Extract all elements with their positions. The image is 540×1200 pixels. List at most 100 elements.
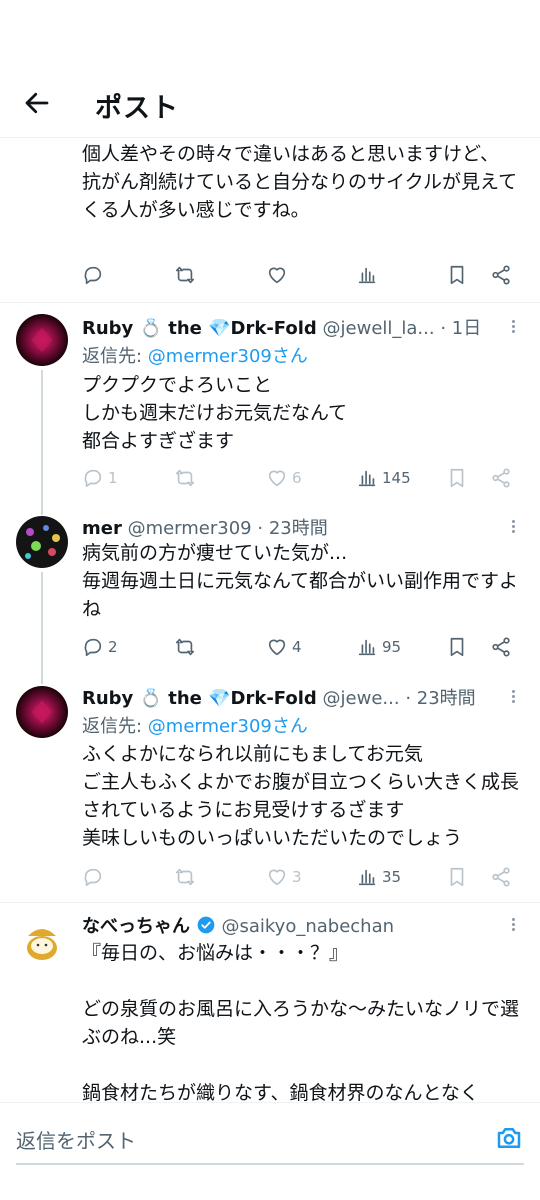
display-name[interactable]: Ruby 💍 the 💎Drk-Fold: [82, 688, 317, 709]
back-arrow-icon[interactable]: [22, 88, 52, 118]
thread-line: [41, 572, 43, 684]
post-text: ふくよかになられ以前にもましてお元気 ご主人もふくよかでお腹が目立つくらい大きく…: [82, 743, 520, 849]
reply-prefix: 返信先:: [82, 716, 148, 737]
like-button[interactable]: 3: [266, 862, 302, 892]
user-handle[interactable]: @jewell_la...: [323, 318, 435, 339]
share-button[interactable]: [490, 260, 512, 290]
repost-button[interactable]: [174, 260, 196, 290]
views-icon: [358, 470, 376, 487]
camera-icon[interactable]: [494, 1123, 524, 1153]
views-button[interactable]: 95: [356, 632, 401, 662]
views-icon: [358, 639, 376, 656]
timestamp[interactable]: · 1日: [440, 318, 481, 339]
heart-icon: [268, 470, 286, 487]
display-name[interactable]: Ruby 💍 the 💎Drk-Fold: [82, 318, 317, 339]
views-count: 145: [382, 469, 411, 487]
repost-button[interactable]: [174, 862, 196, 892]
page-title: ポスト: [95, 93, 179, 124]
post-text: 『毎日の、お悩みは・・・？』 どの泉質のお風呂に入ろうかな〜みたいなノリで選ぶの…: [82, 942, 520, 1104]
avatar[interactable]: [16, 516, 68, 568]
share-icon: [492, 637, 510, 657]
reply-prefix: 返信先:: [82, 346, 148, 367]
thread-line: [41, 370, 43, 515]
reply-composer: 返信をポスト: [0, 1102, 540, 1200]
heart-icon: [268, 639, 286, 656]
timestamp[interactable]: · 23時間: [405, 688, 475, 709]
post-meta: なべっちゃん @saikyo_nabechan: [82, 912, 502, 938]
like-count: 4: [292, 638, 302, 656]
repost-button[interactable]: [174, 463, 196, 493]
share-button[interactable]: [490, 632, 512, 662]
share-icon: [492, 867, 510, 887]
bookmark-button[interactable]: [446, 463, 468, 493]
like-button[interactable]: 4: [266, 632, 302, 662]
views-button[interactable]: 35: [356, 862, 401, 892]
more-options-button[interactable]: [505, 518, 521, 538]
like-button[interactable]: [266, 260, 288, 290]
display-name[interactable]: なべっちゃん: [82, 916, 190, 937]
repost-icon: [175, 266, 195, 284]
views-count: 35: [382, 868, 402, 886]
reply-mention-link[interactable]: @mermer309さん: [148, 346, 308, 367]
top-bar: ポスト: [0, 0, 540, 138]
more-options-button[interactable]: [505, 916, 521, 936]
input-underline: [16, 1163, 524, 1165]
reply-icon: [84, 469, 102, 488]
action-bar: 2 4 95: [0, 632, 540, 662]
display-name[interactable]: mer: [82, 518, 122, 539]
bookmark-icon: [450, 468, 464, 488]
views-icon: [358, 869, 376, 886]
avatar-image: [16, 516, 68, 568]
action-bar: 3 35: [0, 862, 540, 892]
timestamp[interactable]: · 23時間: [257, 518, 327, 539]
avatar-image: [16, 914, 68, 966]
share-button[interactable]: [490, 862, 512, 892]
heart-icon: [268, 267, 286, 284]
verified-badge-icon: [197, 916, 215, 934]
more-options-button[interactable]: [505, 318, 521, 338]
post-meta: Ruby 💍 the 💎Drk-Fold @jewe... · 23時間: [82, 684, 502, 710]
avatar-image: [16, 314, 68, 366]
divider: [0, 302, 540, 303]
reply-count: 2: [108, 638, 118, 656]
action-bar: [0, 260, 540, 290]
bookmark-button[interactable]: [446, 260, 468, 290]
avatar[interactable]: [16, 314, 68, 366]
user-handle[interactable]: @mermer309: [128, 518, 252, 539]
reply-mention-link[interactable]: @mermer309さん: [148, 716, 308, 737]
like-count: 3: [292, 868, 302, 886]
views-icon: [358, 267, 376, 284]
bookmark-button[interactable]: [446, 632, 468, 662]
repost-icon: [175, 469, 195, 487]
reply-icon: [84, 638, 102, 657]
reply-context: 返信先: @mermer309さん: [82, 342, 308, 368]
more-options-button[interactable]: [505, 688, 521, 708]
heart-icon: [268, 869, 286, 886]
bookmark-button[interactable]: [446, 862, 468, 892]
post-meta: mer @mermer309 · 23時間: [82, 514, 502, 540]
reply-button[interactable]: 2: [82, 632, 118, 662]
bookmark-icon: [450, 867, 464, 887]
avatar[interactable]: [16, 686, 68, 738]
post-text: 個人差やその時々で違いはあると思いますけど、 抗がん剤続けていると自分なりのサイ…: [82, 143, 518, 221]
bookmark-icon: [450, 637, 464, 657]
repost-button[interactable]: [174, 632, 196, 662]
avatar[interactable]: [16, 914, 68, 966]
share-button[interactable]: [490, 463, 512, 493]
reply-button[interactable]: [82, 862, 104, 892]
bookmark-icon: [450, 265, 464, 285]
user-handle[interactable]: @jewe...: [323, 688, 400, 709]
like-count: 6: [292, 469, 302, 487]
share-icon: [492, 468, 510, 488]
reply-input[interactable]: 返信をポスト: [16, 1125, 136, 1154]
reply-button[interactable]: 1: [82, 463, 118, 493]
reply-context: 返信先: @mermer309さん: [82, 712, 308, 738]
post-text: 病気前の方が痩せていた気が... 毎週毎週土日に元気なんて都合がいい副作用ですよ…: [82, 542, 519, 620]
like-button[interactable]: 6: [266, 463, 302, 493]
user-handle[interactable]: @saikyo_nabechan: [221, 916, 394, 937]
views-button[interactable]: 145: [356, 463, 411, 493]
avatar-image: [16, 686, 68, 738]
views-button[interactable]: [356, 260, 378, 290]
reply-button[interactable]: [82, 260, 104, 290]
reply-icon: [84, 868, 102, 887]
